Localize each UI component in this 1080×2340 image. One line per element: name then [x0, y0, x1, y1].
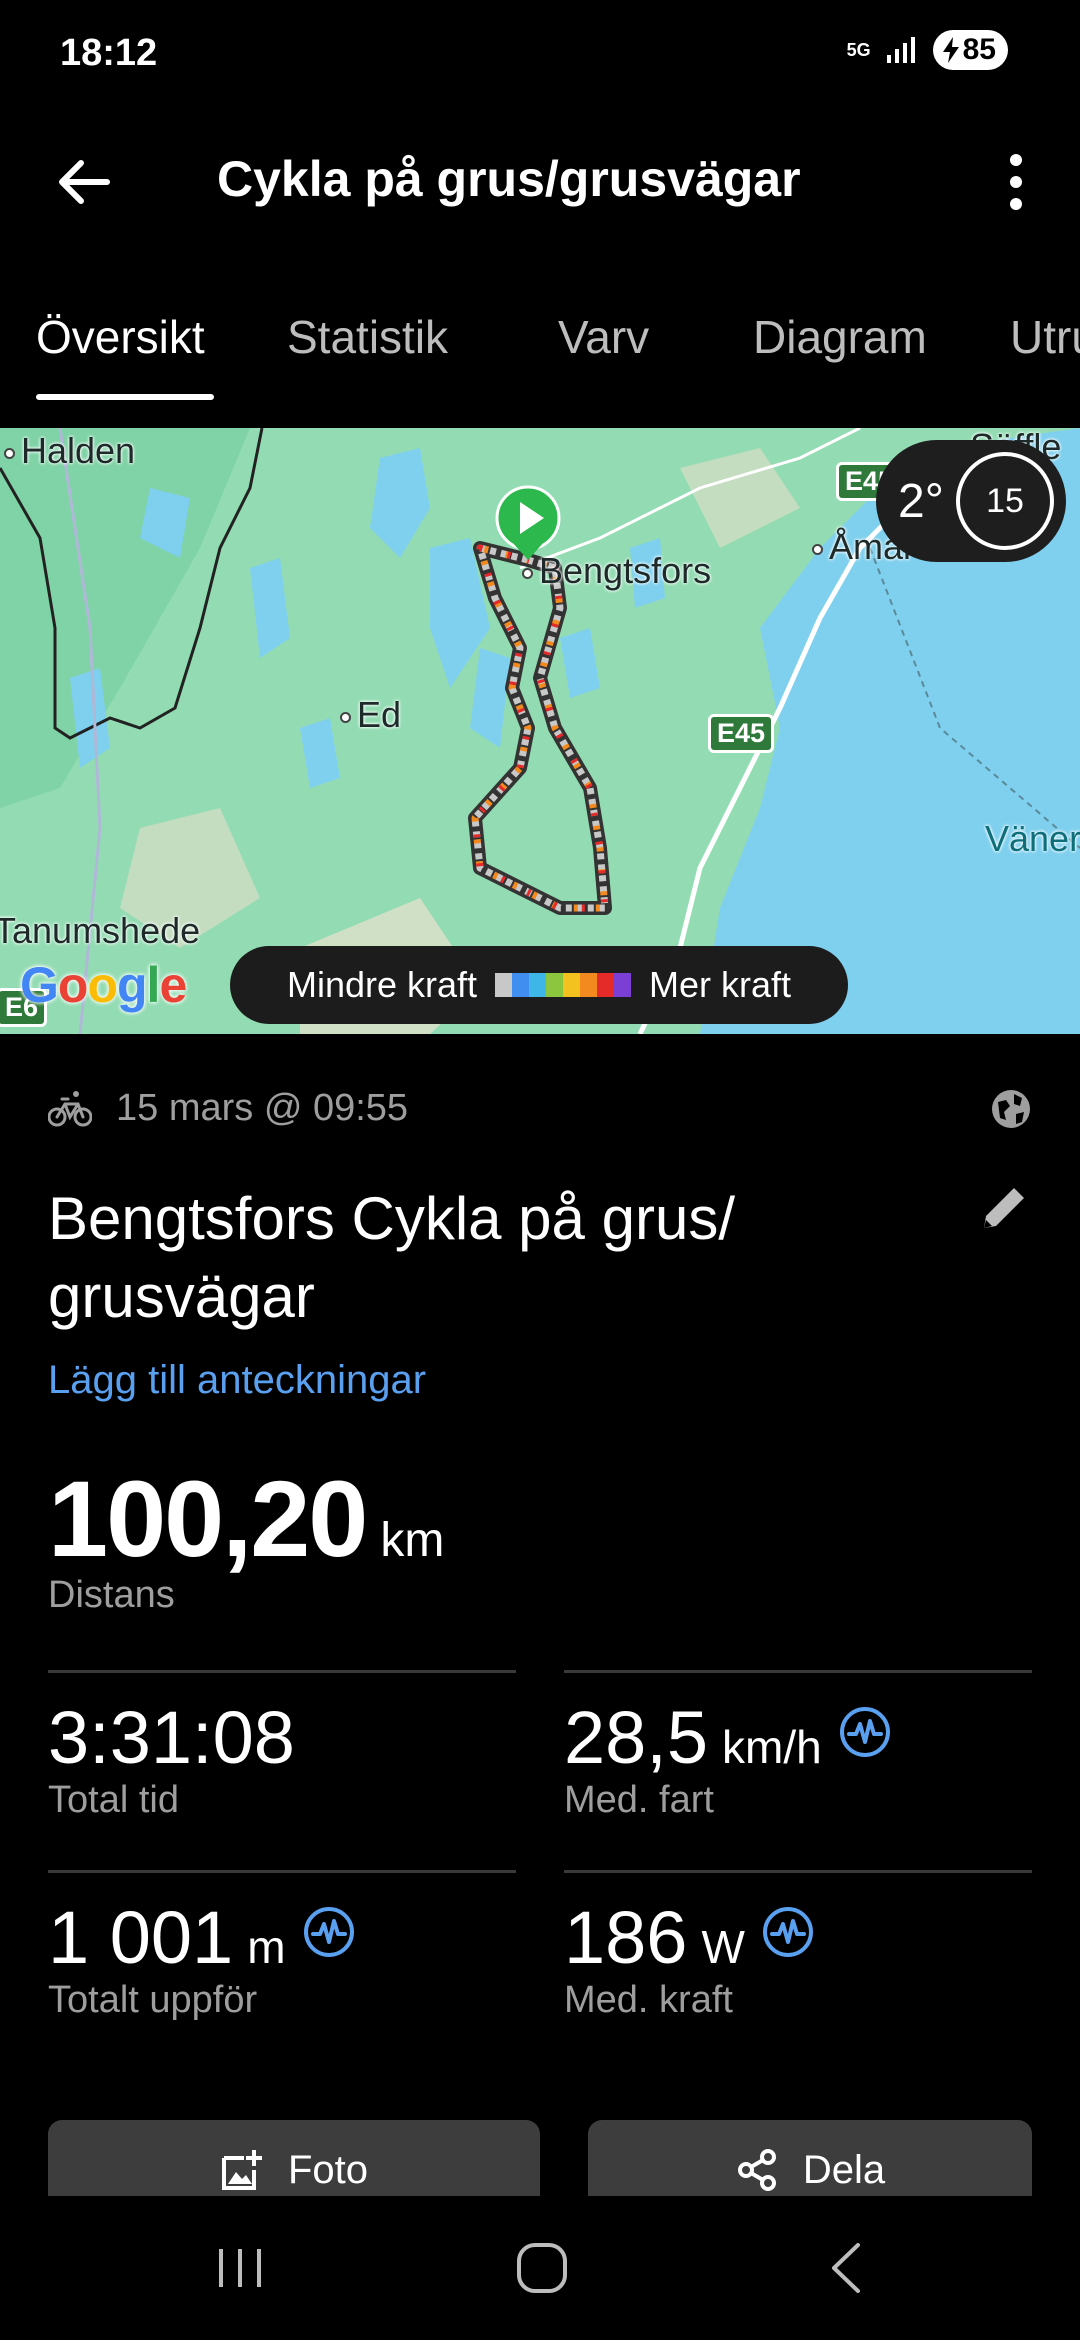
- tab-charts[interactable]: Diagram: [753, 310, 927, 364]
- status-bar: 18:12 5G 85: [0, 0, 1080, 110]
- arrow-left-icon: [59, 160, 110, 204]
- power-color-scale: [495, 973, 632, 997]
- stat-value: 28,5: [564, 1696, 709, 1779]
- legend-less-label: Mindre kraft: [286, 964, 478, 1005]
- tab-overview[interactable]: Översikt: [36, 310, 205, 364]
- charging-icon: [942, 37, 959, 63]
- activity-meta: 15 mars @ 09:55: [48, 1080, 1032, 1136]
- distance-number: 100,20: [48, 1458, 368, 1579]
- weather-temperature: 2°: [898, 474, 944, 528]
- stat-total-time: 3:31:08 Total tid: [48, 1670, 516, 1850]
- activity-title: Bengtsfors Cykla på grus/ grusvägar: [48, 1185, 735, 1330]
- place-label-halden: Halden: [4, 430, 135, 472]
- stat-label: Med. kraft: [564, 1979, 733, 2021]
- stat-unit: m: [247, 1921, 286, 1973]
- stat-unit: W: [701, 1921, 745, 1973]
- edit-title-button[interactable]: [976, 1180, 1032, 1241]
- legend-color-swatch: [580, 973, 598, 997]
- stat-total-ascent[interactable]: 1 001 m Totalt uppför: [48, 1870, 516, 2050]
- legend-color-swatch: [563, 973, 581, 997]
- system-back-button[interactable]: [796, 2232, 896, 2304]
- share-label: Dela: [802, 2147, 886, 2192]
- place-label-bengtsfors: Bengtsfors: [522, 550, 711, 592]
- signal-icon: [886, 37, 915, 63]
- legend-color-swatch: [597, 973, 615, 997]
- weather-badge[interactable]: 2° 15: [876, 440, 1066, 562]
- chevron-left-icon: [832, 2243, 860, 2293]
- recent-apps-icon: [219, 2249, 261, 2287]
- stat-label: Total tid: [48, 1779, 179, 1821]
- more-dot: [1010, 176, 1022, 188]
- add-photo-label: Foto: [287, 2147, 369, 2192]
- more-dot: [1010, 154, 1022, 166]
- activity-date: 15 mars @ 09:55: [116, 1086, 409, 1129]
- home-icon: [517, 2243, 567, 2293]
- distance-unit: km: [380, 1514, 445, 1567]
- share-icon: [737, 2149, 776, 2191]
- insight-pulse-icon[interactable]: [302, 1905, 356, 1959]
- active-tab-indicator: [36, 394, 214, 400]
- power-legend: Mindre kraft Mer kraft: [230, 946, 848, 1024]
- status-icons: 5G 85: [847, 30, 1008, 70]
- place-label-vanern: Vänern: [985, 818, 1080, 859]
- recent-apps-button[interactable]: [190, 2232, 290, 2304]
- tab-laps[interactable]: Varv: [558, 310, 649, 364]
- road-shield-e45: E45: [708, 714, 775, 753]
- legend-color-swatch: [529, 973, 547, 997]
- legend-color-swatch: [614, 973, 632, 997]
- stat-label: Med. fart: [564, 1779, 714, 1821]
- stat-label: Totalt uppför: [48, 1979, 258, 2021]
- add-photo-icon: [221, 2150, 262, 2190]
- google-logo: Google: [20, 957, 187, 1013]
- wind-speed-dial: 15: [956, 452, 1054, 550]
- place-label-tanumshede: Tanumshede: [0, 910, 201, 951]
- home-button[interactable]: [492, 2232, 592, 2304]
- tab-equipment[interactable]: Utru: [1010, 310, 1080, 364]
- back-button[interactable]: [48, 146, 120, 218]
- legend-color-swatch: [546, 973, 564, 997]
- stat-avg-speed[interactable]: 28,5 km/h Med. fart: [564, 1670, 1032, 1850]
- battery-level: 85: [962, 33, 996, 66]
- stat-unit: km/h: [722, 1721, 822, 1773]
- network-type: 5G: [846, 40, 871, 60]
- legend-color-swatch: [512, 973, 530, 997]
- legend-color-swatch: [495, 973, 513, 997]
- tab-bar: Översikt Statistik Varv Diagram Utru: [0, 290, 1080, 428]
- stat-value: 1 001: [48, 1896, 234, 1979]
- page-title: Cykla på grus/grusvägar: [217, 151, 801, 207]
- stat-value: 186: [564, 1896, 688, 1979]
- stat-value: 3:31:08: [48, 1696, 295, 1779]
- bicycle-icon: [48, 1091, 92, 1127]
- legend-more-label: Mer kraft: [649, 964, 792, 1005]
- insight-pulse-icon[interactable]: [761, 1905, 815, 1959]
- globe-icon[interactable]: [990, 1088, 1032, 1130]
- place-label-ed: Ed: [340, 694, 401, 736]
- distance-label: Distans: [48, 1574, 175, 1616]
- route-map[interactable]: Halden Bengtsfors Ed Åmål Tanumshede Vän…: [0, 428, 1080, 1034]
- app-bar: Cykla på grus/grusvägar: [0, 130, 1080, 230]
- system-nav-bar: [0, 2196, 1080, 2340]
- stat-avg-power[interactable]: 186 W Med. kraft: [564, 1870, 1032, 2050]
- more-options-button[interactable]: [988, 146, 1044, 218]
- insight-pulse-icon[interactable]: [838, 1705, 892, 1759]
- wind-speed: 15: [986, 481, 1024, 520]
- tab-statistics[interactable]: Statistik: [287, 310, 448, 364]
- pencil-icon: [984, 1188, 1024, 1228]
- more-dot: [1010, 198, 1022, 210]
- battery-indicator: 85: [932, 30, 1008, 70]
- status-time: 18:12: [60, 32, 158, 74]
- distance-value: 100,20 km: [48, 1456, 444, 1581]
- add-notes-link[interactable]: Lägg till anteckningar: [48, 1358, 426, 1403]
